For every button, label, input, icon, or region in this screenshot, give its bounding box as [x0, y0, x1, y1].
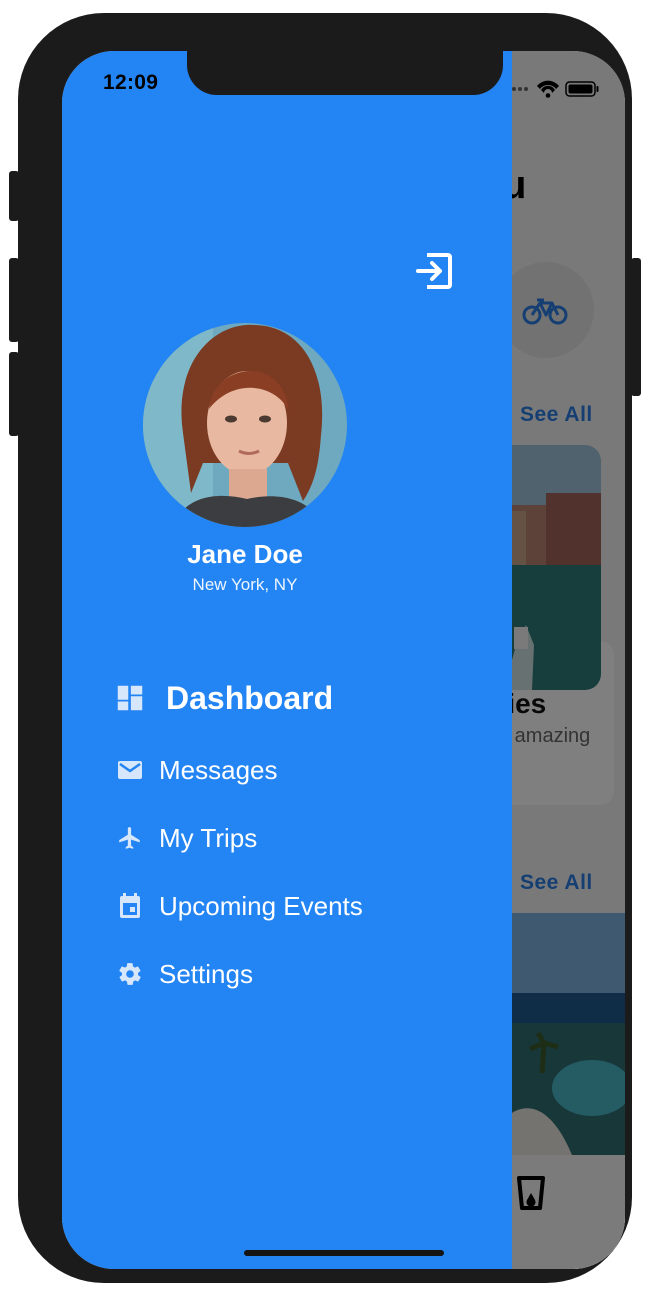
home-indicator[interactable]: [244, 1250, 444, 1256]
calendar-icon: [116, 892, 144, 920]
menu-item-settings[interactable]: Settings: [116, 952, 253, 996]
dashboard-icon: [116, 684, 144, 712]
phone-frame: u See All ties: [18, 13, 632, 1283]
menu-item-upcoming-events[interactable]: Upcoming Events: [116, 884, 363, 928]
screen: u See All ties: [62, 51, 625, 1269]
navigation-drawer: Jane Doe New York, NY Dashboard Messages…: [62, 51, 512, 1269]
logout-icon[interactable]: [415, 251, 453, 291]
menu-item-messages[interactable]: Messages: [116, 748, 278, 792]
menu-label: My Trips: [159, 822, 258, 853]
menu-label: Settings: [159, 958, 253, 989]
menu-item-my-trips[interactable]: My Trips: [116, 816, 257, 860]
mail-icon: [116, 756, 144, 784]
avatar[interactable]: [143, 323, 347, 527]
user-location: New York, NY: [192, 575, 298, 594]
menu-item-dashboard[interactable]: Dashboard: [116, 676, 333, 720]
status-icons: [506, 80, 599, 98]
menu-label: Messages: [159, 754, 278, 785]
notch: [187, 51, 503, 95]
gear-icon: [116, 960, 144, 988]
menu-label: Upcoming Events: [159, 890, 363, 921]
user-name: Jane Doe: [187, 539, 303, 569]
menu-label: Dashboard: [166, 679, 334, 716]
status-time: 12:09: [103, 71, 159, 94]
airplane-icon: [116, 824, 144, 852]
